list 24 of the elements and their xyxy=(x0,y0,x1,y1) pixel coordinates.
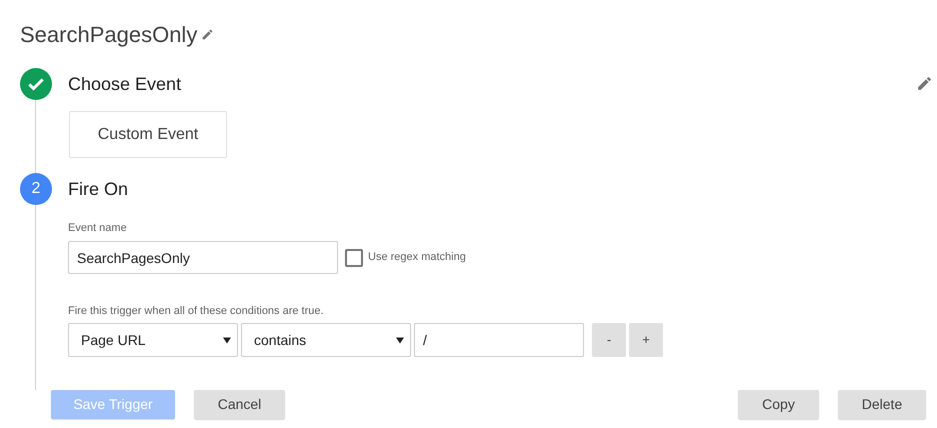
step-title: Choose Event xyxy=(68,72,182,96)
step-title: Fire On xyxy=(68,178,128,200)
action-button[interactable]: Cancel xyxy=(194,390,285,419)
operator-dropdown[interactable]: contains xyxy=(241,323,411,357)
checkbox-label: Use regex matching xyxy=(368,250,466,266)
action-button: Save Trigger xyxy=(51,390,175,419)
field-label: Event name xyxy=(68,221,128,235)
edit-icon[interactable] xyxy=(201,28,214,40)
page-title: SearchPagesOnly xyxy=(20,20,198,49)
variable-dropdown[interactable]: Page URL xyxy=(68,323,238,357)
step-number: 2 xyxy=(20,173,52,205)
remove-condition-button[interactable]: - xyxy=(592,323,626,357)
check-icon xyxy=(20,68,52,100)
condition-value-field[interactable]: / xyxy=(414,323,584,357)
event-name-field[interactable]: SearchPagesOnly xyxy=(68,241,338,274)
dropdown-arrow-icon[interactable] xyxy=(396,336,404,344)
edit-icon[interactable] xyxy=(916,75,933,92)
event-type-card[interactable]: Custom Event xyxy=(69,111,227,158)
regex-checkbox[interactable] xyxy=(345,248,363,266)
action-button[interactable]: Delete xyxy=(838,390,926,419)
dropdown-arrow-icon[interactable] xyxy=(223,336,231,344)
conditions-label: Fire this trigger when all of these conditions are true. xyxy=(68,304,325,318)
add-condition-button[interactable]: + xyxy=(629,323,663,357)
action-button[interactable]: Copy xyxy=(738,390,819,419)
